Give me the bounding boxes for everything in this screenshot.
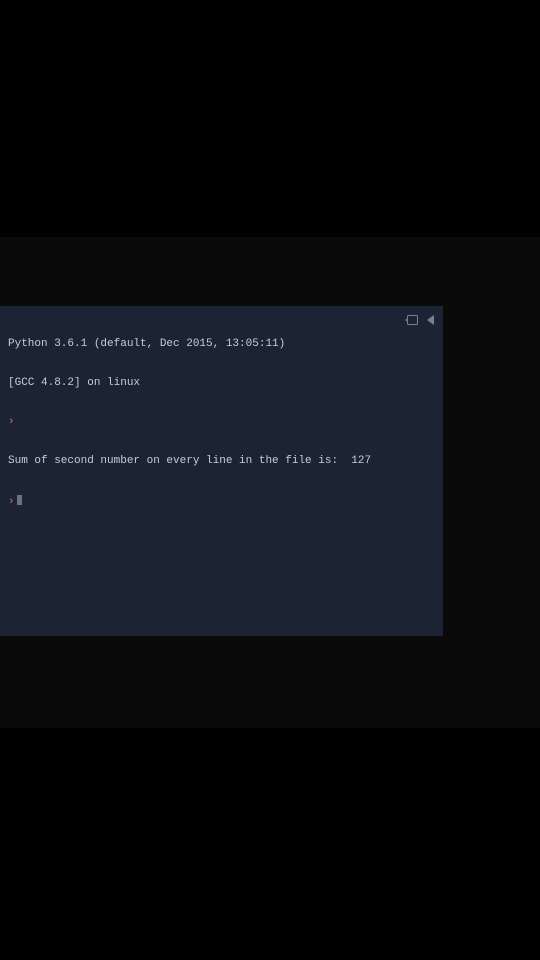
play-left-icon[interactable]	[427, 315, 435, 325]
compiler-line: [GCC 4.8.2] on linux	[8, 377, 371, 390]
terminal-toolbar	[405, 312, 435, 326]
output-line: Sum of second number on every line in th…	[8, 455, 371, 468]
cursor	[17, 495, 22, 505]
enter-icon[interactable]	[405, 314, 419, 326]
prompt-line-2: ›	[8, 494, 371, 509]
terminal-panel[interactable]: Python 3.6.1 (default, Dec 2015, 13:05:1…	[0, 306, 443, 636]
terminal-output: Python 3.6.1 (default, Dec 2015, 13:05:1…	[8, 312, 371, 535]
python-version-line: Python 3.6.1 (default, Dec 2015, 13:05:1…	[8, 338, 371, 351]
prompt-line-1: ›	[8, 416, 371, 429]
